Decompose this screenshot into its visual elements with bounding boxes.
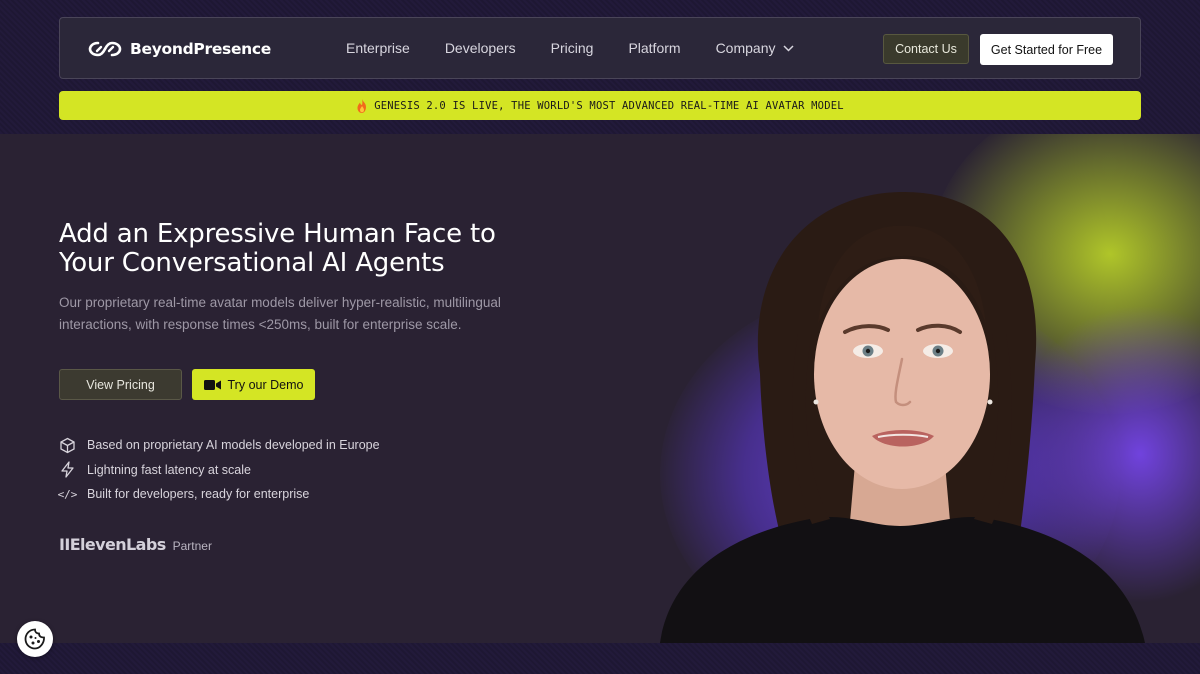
video-camera-icon (203, 379, 221, 390)
nav-link-company-label: Company (715, 40, 776, 56)
feature-text: Based on proprietary AI models developed… (87, 438, 380, 453)
view-pricing-button[interactable]: View Pricing (59, 369, 182, 400)
fire-icon (357, 98, 367, 113)
infinity-link-icon (88, 41, 122, 57)
nav-link-developers[interactable]: Developers (445, 40, 516, 56)
contact-us-button[interactable]: Contact Us (883, 34, 969, 64)
feature-text: Lightning fast latency at scale (87, 462, 251, 477)
nav-link-pricing[interactable]: Pricing (551, 40, 594, 56)
hero-subtitle-line2: interactions, with response times <250ms… (59, 317, 462, 332)
page: BeyondPresence Enterprise Developers Pri… (0, 0, 1200, 674)
cookie-settings-button[interactable] (17, 621, 53, 657)
feature-item: </> Built for developers, ready for ente… (57, 482, 380, 507)
avatar-portrait-image (660, 191, 1145, 643)
hero-title-line1: Add an Expressive Human Face to (59, 219, 496, 249)
top-navbar: BeyondPresence Enterprise Developers Pri… (59, 17, 1141, 79)
partner-badge: IIElevenLabs Partner (59, 535, 212, 554)
feature-text: Built for developers, ready for enterpri… (87, 487, 310, 502)
feature-item: Lightning fast latency at scale (59, 458, 380, 483)
nav-link-enterprise[interactable]: Enterprise (346, 40, 410, 56)
hero-section: Add an Expressive Human Face to Your Con… (0, 134, 1200, 643)
cube-icon (60, 437, 75, 453)
hero-title: Add an Expressive Human Face to Your Con… (59, 220, 579, 278)
nav-link-platform[interactable]: Platform (628, 40, 680, 56)
nav-links: Enterprise Developers Pricing Platform C… (346, 18, 829, 78)
partner-label: Partner (172, 539, 212, 553)
banner-text: GENESIS 2.0 IS LIVE, THE WORLD'S MOST AD… (374, 99, 844, 112)
hero-subtitle: Our proprietary real-time avatar models … (59, 292, 539, 336)
lightning-icon (61, 461, 74, 478)
chevron-down-icon (783, 44, 795, 52)
try-demo-button[interactable]: Try our Demo (192, 369, 315, 400)
hero-subtitle-line1: Our proprietary real-time avatar models … (59, 295, 501, 310)
elevenlabs-logo: IIElevenLabs (59, 535, 166, 554)
brand-logo[interactable]: BeyondPresence (88, 37, 271, 61)
try-demo-label: Try our Demo (227, 377, 304, 392)
feature-list: Based on proprietary AI models developed… (57, 433, 380, 507)
hero-title-line2: Your Conversational AI Agents (59, 248, 445, 278)
announcement-banner[interactable]: GENESIS 2.0 IS LIVE, THE WORLD'S MOST AD… (59, 91, 1141, 120)
cookie-icon (24, 628, 45, 650)
feature-item: Based on proprietary AI models developed… (59, 433, 380, 458)
brand-name: BeyondPresence (130, 40, 271, 58)
get-started-button[interactable]: Get Started for Free (980, 34, 1113, 65)
code-icon: </> (57, 487, 78, 501)
nav-link-company[interactable]: Company (716, 40, 795, 56)
